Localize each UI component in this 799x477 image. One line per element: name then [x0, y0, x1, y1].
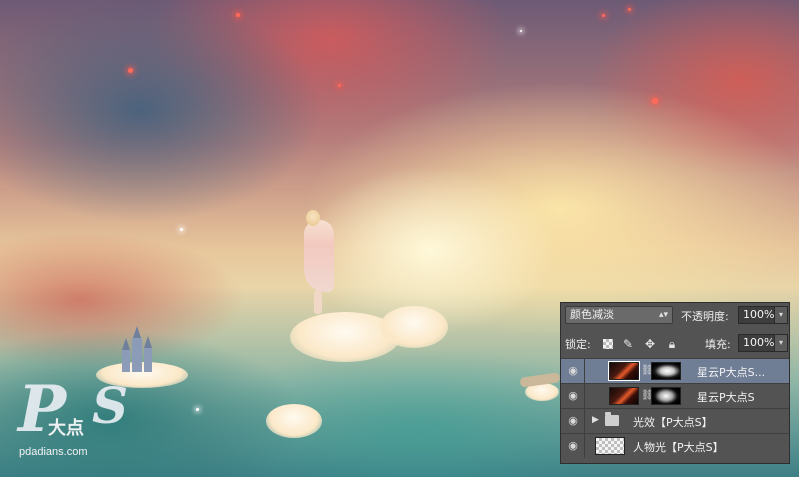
visibility-toggle[interactable]: ◉: [561, 384, 585, 408]
folder-icon: [605, 412, 619, 426]
blend-opacity-row: 颜色减淡 ▴▾ 不透明度: 100% ▾: [561, 303, 789, 329]
layer-row[interactable]: ◉ 人物光【P大点S】: [561, 433, 789, 458]
blend-mode-select[interactable]: 颜色减淡 ▴▾: [565, 306, 673, 324]
layer-name: 星云P大点S...: [697, 366, 766, 379]
layers-panel: 颜色减淡 ▴▾ 不透明度: 100% ▾ 锁定: ✎ ✥ 🔒︎ 填充: 100%…: [560, 302, 790, 464]
logo-chinese: 大点: [48, 418, 84, 439]
layer-thumbnail[interactable]: [595, 437, 625, 455]
updown-arrows-icon: ▴▾: [658, 310, 668, 320]
star: [520, 30, 522, 32]
star: [180, 228, 183, 231]
layer-row[interactable]: ◉ ⛓ 星云P大点S...: [561, 358, 789, 383]
opacity-dropdown-icon[interactable]: ▾: [774, 307, 787, 323]
cloud: [266, 404, 322, 438]
star: [338, 84, 341, 87]
star: [128, 68, 133, 73]
castle: [120, 326, 154, 372]
visibility-toggle[interactable]: ◉: [561, 409, 585, 433]
layer-mask-thumbnail[interactable]: [651, 362, 681, 380]
mask-link-chain-icon[interactable]: ⛓: [641, 390, 654, 402]
eye-icon: ◉: [568, 439, 578, 452]
eye-icon: ◉: [568, 364, 578, 377]
layer-name: 星云P大点S: [697, 391, 755, 404]
layer-thumbnail[interactable]: [609, 387, 639, 405]
layer-mask-thumbnail[interactable]: [651, 387, 681, 405]
fill-dropdown-icon[interactable]: ▾: [774, 335, 787, 351]
fill-label: 填充:: [705, 338, 731, 351]
eye-icon: ◉: [568, 389, 578, 402]
star: [602, 14, 605, 17]
lock-label: 锁定:: [565, 338, 591, 351]
eye-icon: ◉: [568, 414, 578, 427]
layer-row[interactable]: ◉ ⛓ 星云P大点S: [561, 383, 789, 408]
lock-position-move-icon[interactable]: ✥: [643, 337, 657, 351]
lock-transparent-pixels-icon[interactable]: [603, 339, 613, 349]
visibility-toggle[interactable]: ◉: [561, 359, 585, 383]
layer-name: 光效【P大点S】: [633, 416, 713, 429]
expand-triangle-icon[interactable]: ▶: [592, 415, 599, 425]
star: [236, 13, 240, 17]
star: [652, 98, 658, 104]
opacity-value: 100%: [743, 308, 775, 321]
layer-thumbnail[interactable]: [608, 361, 640, 381]
fill-value: 100%: [743, 336, 775, 349]
layer-name: 人物光【P大点S】: [633, 441, 724, 454]
watermark-url: pdadians.com: [19, 446, 88, 458]
blend-mode-value: 颜色减淡: [570, 308, 614, 321]
girl-figure: [304, 220, 334, 292]
girl-head: [306, 210, 320, 226]
fill-field[interactable]: 100% ▾: [738, 334, 788, 352]
mask-link-chain-icon[interactable]: ⛓: [641, 365, 654, 377]
layer-group-row[interactable]: ◉ ▶ 光效【P大点S】: [561, 408, 789, 433]
lock-fill-row: 锁定: ✎ ✥ 🔒︎ 填充: 100% ▾: [561, 331, 789, 357]
girl-legs: [314, 290, 322, 314]
cloud: [380, 306, 448, 348]
logo-letter-s: S: [92, 376, 129, 435]
watermark-logo: P S 大点 pdadians.com: [18, 372, 128, 462]
lock-image-pixels-brush-icon[interactable]: ✎: [621, 337, 635, 351]
opacity-field[interactable]: 100% ▾: [738, 306, 788, 324]
opacity-label: 不透明度:: [681, 310, 729, 323]
star: [628, 8, 631, 11]
visibility-toggle[interactable]: ◉: [561, 434, 585, 458]
lock-all-icon[interactable]: 🔒︎: [665, 337, 679, 351]
star: [196, 408, 199, 411]
